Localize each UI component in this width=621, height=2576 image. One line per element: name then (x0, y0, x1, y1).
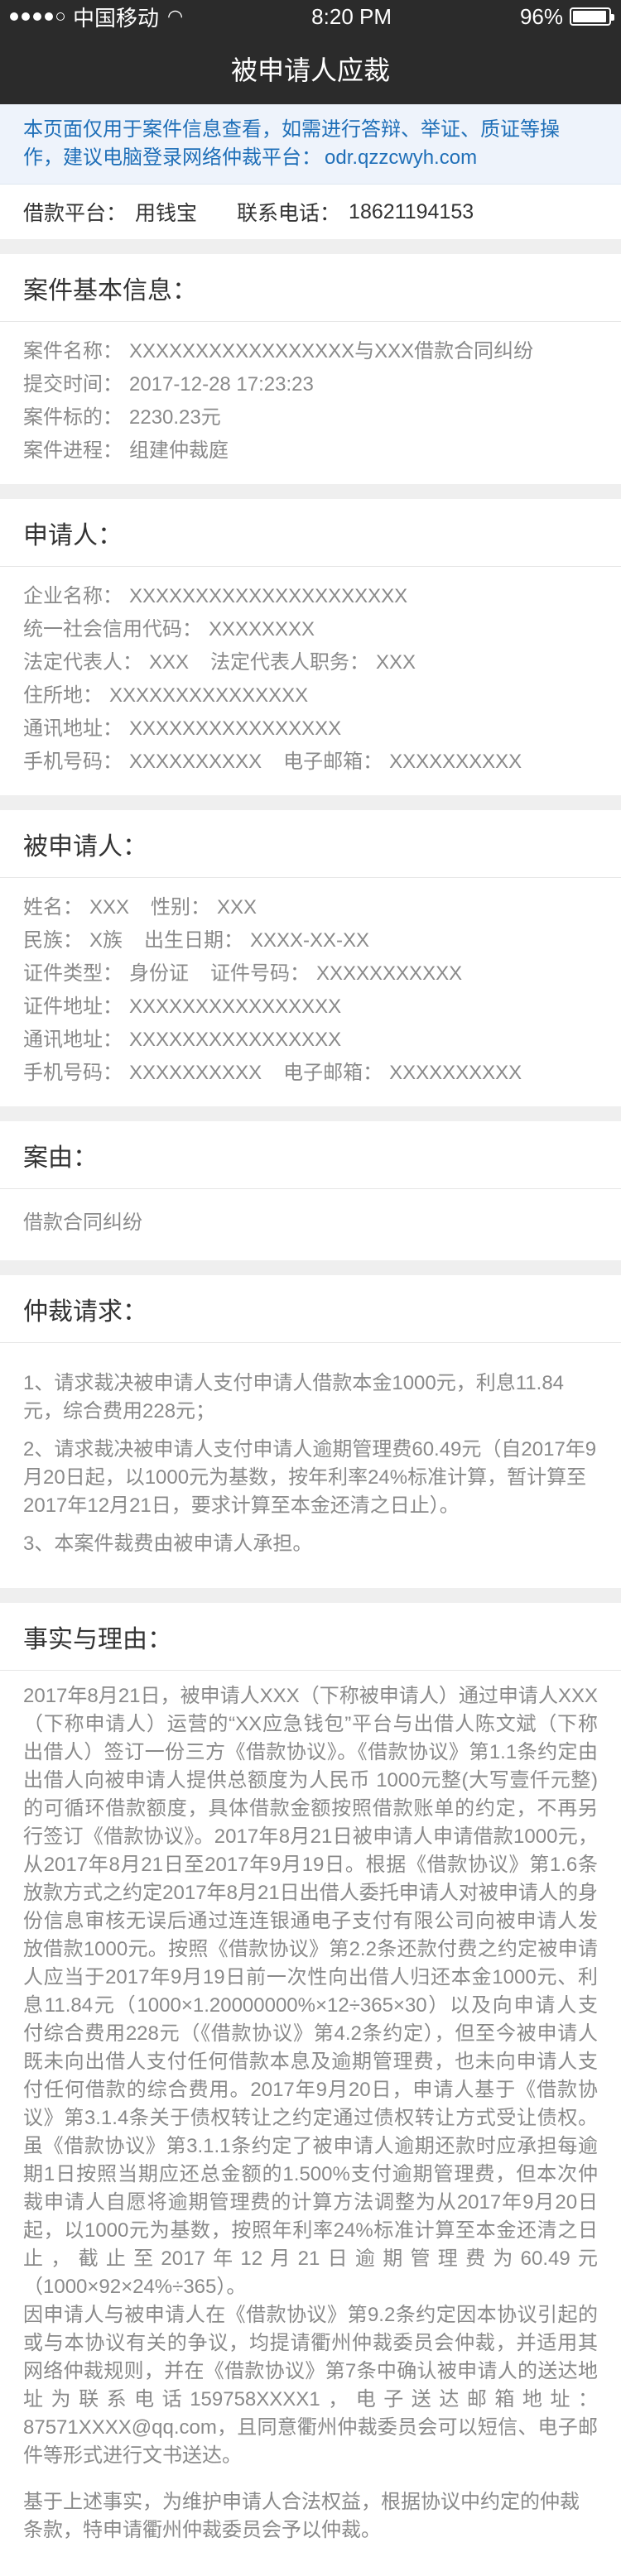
notice-link[interactable]: odr.qzzcwyh.com (325, 146, 477, 169)
resp-birth-label: 出生日期： (144, 929, 244, 952)
phone-label: 联系电话： (237, 202, 341, 225)
phone-value[interactable]: 18621194153 (349, 200, 474, 224)
resp-gender-value: XXX (217, 896, 258, 919)
case-progress-row: 案件进程： 组建仲裁庭 (23, 434, 598, 468)
rep-label: 法定代表人： (23, 651, 142, 674)
applicant-section: 申请人： 企业名称： XXXXXXXXXXXXXXXXXXXXX 统一社会信用代码… (0, 499, 621, 795)
company-row: 企业名称： XXXXXXXXXXXXXXXXXXXXX (23, 580, 598, 613)
email-value: XXXXXXXXXX (389, 751, 522, 773)
facts-title: 事实与理由： (0, 1603, 621, 1671)
status-left: 中国移动 ◠ (10, 2, 183, 32)
battery-percent: 96% (519, 3, 563, 29)
claims-title: 仲裁请求： (0, 1275, 621, 1343)
rep-title-label: 法定代表人职务： (210, 651, 370, 674)
rep-row: 法定代表人： XXX 法定代表人职务： XXX (23, 646, 598, 679)
notice-text: 本页面仅用于案件信息查看，如需进行答辩、举证、质证等操作，建议电脑登录网络仲裁平… (23, 118, 560, 169)
resp-idaddr-label: 证件地址： (23, 995, 123, 1018)
cause-title: 案由： (0, 1121, 621, 1189)
resp-mail-row: 通讯地址： XXXXXXXXXXXXXXXX (23, 1024, 598, 1057)
claim-item-1: 1、请求裁决被申请人支付申请人借款本金1000元，利息11.84元，综合费用22… (23, 1372, 565, 1422)
mail-row: 通讯地址： XXXXXXXXXXXXXXXX (23, 712, 598, 746)
claim-item-2: 2、请求裁决被申请人支付申请人逾期管理费60.49元（自2017年9月20日起，… (23, 1438, 597, 1517)
resp-email-value: XXXXXXXXXX (389, 1062, 522, 1084)
rep-value: XXX (149, 651, 190, 674)
resp-name-label: 姓名： (23, 896, 83, 919)
status-time: 8:20 PM (311, 3, 392, 29)
mobile-value: XXXXXXXXXX (129, 751, 262, 773)
resp-idno-value: XXXXXXXXXXX (316, 962, 463, 985)
company-value: XXXXXXXXXXXXXXXXXXXXX (129, 585, 408, 607)
facts-section: 事实与理由： 2017年8月21日，被申请人XXX（下称被申请人）通过申请人XX… (0, 1603, 621, 2576)
resp-idaddr-row: 证件地址： XXXXXXXXXXXXXXXX (23, 991, 598, 1024)
resp-idtype-value: 身份证 (129, 962, 189, 985)
case-time-row: 提交时间： 2017-12-28 17:23:23 (23, 368, 598, 401)
facts-body: 2017年8月21日，被申请人XXX（下称被申请人）通过申请人XXX（下称申请人… (23, 1685, 598, 2467)
resp-idno-label: 证件号码： (210, 962, 310, 985)
resp-mail-value: XXXXXXXXXXXXXXXX (129, 1029, 342, 1051)
resp-contact-row: 手机号码： XXXXXXXXXX 电子邮箱： XXXXXXXXXX (23, 1057, 598, 1090)
case-progress-label: 案件进程： (23, 439, 123, 462)
resp-mobile-label: 手机号码： (23, 1062, 123, 1084)
credit-label: 统一社会信用代码： (23, 618, 202, 640)
platform-bar: 借款平台： 用钱宝 联系电话： 18621194153 (0, 185, 621, 239)
resp-idaddr-value: XXXXXXXXXXXXXXXX (129, 995, 342, 1018)
notice-banner: 本页面仅用于案件信息查看，如需进行答辩、举证、质证等操作，建议电脑登录网络仲裁平… (0, 104, 621, 185)
resp-birth-value: XXXX-XX-XX (250, 929, 370, 952)
applicant-title: 申请人： (0, 499, 621, 567)
resp-idtype-label: 证件类型： (23, 962, 123, 985)
signal-icon (10, 12, 65, 21)
case-name-row: 案件名称： XXXXXXXXXXXXXXXXX与XXX借款合同纠纷 (23, 335, 598, 368)
respondent-section: 被申请人： 姓名： XXX 性别： XXX 民族： X族 出生日期： XXXX-XX-XX … (0, 810, 621, 1106)
case-info-title: 案件基本信息： (0, 254, 621, 322)
platform-value: 用钱宝 (135, 202, 198, 225)
resp-ethnic-label: 民族： (23, 929, 83, 952)
battery-fill (573, 11, 607, 22)
credit-row: 统一社会信用代码： XXXXXXXX (23, 613, 598, 646)
resp-mobile-value: XXXXXXXXXX (129, 1062, 262, 1084)
case-progress-value: 组建仲裁庭 (129, 439, 229, 462)
address-value: XXXXXXXXXXXXXXX (109, 684, 309, 707)
credit-value: XXXXXXXX (209, 618, 315, 640)
claims-section: 仲裁请求： 1、请求裁决被申请人支付申请人借款本金1000元，利息11.84元，… (0, 1275, 621, 1588)
resp-email-label: 电子邮箱： (283, 1062, 383, 1084)
resp-ethnic-value: X族 (89, 929, 123, 952)
cause-section: 案由： 借款合同纠纷 (0, 1121, 621, 1260)
case-amount-row: 案件标的： 2230.23元 (23, 401, 598, 434)
mail-label: 通讯地址： (23, 717, 123, 740)
respondent-title: 被申请人： (0, 810, 621, 878)
battery-icon (570, 7, 614, 26)
rep-title-value: XXX (376, 651, 416, 674)
case-name-value: XXXXXXXXXXXXXXXXX与XXX借款合同纠纷 (129, 340, 534, 362)
contact-row: 手机号码： XXXXXXXXXX 电子邮箱： XXXXXXXXXX (23, 746, 598, 779)
case-time-label: 提交时间： (23, 373, 123, 396)
page-title: 被申请人应裁 (230, 55, 390, 85)
case-info-section: 案件基本信息： 案件名称： XXXXXXXXXXXXXXXXX与XXX借款合同纠纷… (0, 254, 621, 484)
mobile-label: 手机号码： (23, 751, 123, 773)
email-label: 电子邮箱： (283, 751, 383, 773)
nav-bar: 被申请人应裁 (0, 33, 621, 104)
claim-item-3: 3、本案件裁费由被申请人承担。 (23, 1533, 313, 1555)
case-time-value: 2017-12-28 17:23:23 (129, 373, 314, 396)
resp-gender-label: 性别： (151, 896, 211, 919)
status-bar: 中国移动 ◠ 8:20 PM 96% (0, 0, 621, 33)
case-amount-label: 案件标的： (23, 406, 123, 429)
case-amount-value: 2230.23元 (129, 406, 221, 429)
address-label: 住所地： (23, 684, 103, 707)
facts-conclusion: 基于上述事实，为维护申请人合法权益，根据协议中约定的仲裁条款，特申请衢州仲裁委员… (23, 2491, 580, 2541)
resp-id-row: 证件类型： 身份证 证件号码： XXXXXXXXXXX (23, 957, 598, 991)
status-right: 96% (519, 3, 614, 30)
wifi-icon: ◠ (167, 6, 184, 26)
platform-label: 借款平台： (23, 202, 128, 225)
resp-name-value: XXX (89, 896, 130, 919)
address-row: 住所地： XXXXXXXXXXXXXXX (23, 679, 598, 712)
resp-name-row: 姓名： XXX 性别： XXX (23, 891, 598, 924)
resp-mail-label: 通讯地址： (23, 1029, 123, 1051)
resp-ethnic-row: 民族： X族 出生日期： XXXX-XX-XX (23, 924, 598, 957)
company-label: 企业名称： (23, 585, 123, 607)
cause-value: 借款合同纠纷 (23, 1211, 142, 1234)
mail-value: XXXXXXXXXXXXXXXX (129, 717, 342, 740)
carrier-name: 中国移动 (73, 5, 160, 31)
case-name-label: 案件名称： (23, 340, 123, 362)
